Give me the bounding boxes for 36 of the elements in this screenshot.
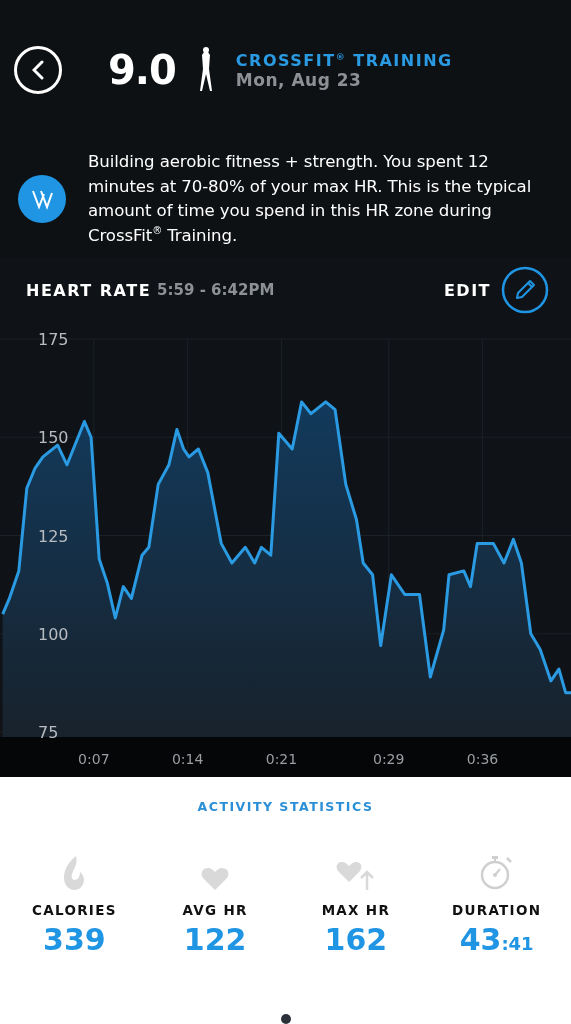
edit-button[interactable]: EDIT [443,266,549,314]
chart-title: HEART RATE [26,280,152,300]
back-button[interactable] [14,46,62,94]
coach-icon [18,175,66,223]
stat-value: 339 [43,922,106,957]
person-icon [197,47,214,93]
stat-value: 162 [324,922,388,957]
x-axis-label: 0:29 [373,751,405,767]
stat-label: AVG HR [182,902,248,918]
x-axis-label: 0:14 [171,751,204,767]
y-axis-label: 75 [38,723,59,742]
stat-label: MAX HR [321,902,391,918]
time-range: 5:59 - 6:42PM [157,281,275,299]
x-axis-label: 0:21 [265,751,298,767]
y-axis-label: 175 [38,330,69,349]
activity-date: Mon, Aug 23 [235,69,363,90]
score: 9.0 [108,47,176,93]
stat-value: 43:41 [459,922,534,957]
stopwatch-icon [479,854,514,890]
back-icon [32,60,44,80]
y-axis-label: 125 [38,526,69,546]
stat-value: 122 [183,922,247,957]
pencil-icon [501,266,549,314]
activity-title: CROSSFIT$^{®}$ TRAINING [235,50,453,70]
stat-label: CALORIES [32,902,117,918]
coach-message: Building aerobic fitness + strength. You spent 12 minutes at 70-80% of your max HR. This is the typical amount of time you spend in this HR zone during CrossFit$^{®}$ Training. [88,151,533,247]
x-axis-label: 0:07 [78,751,110,767]
section-title: ACTIVITY STATISTICS [196,798,375,814]
page-dot[interactable] [280,1014,291,1024]
y-axis-label: 150 [38,428,69,448]
flame-icon [62,856,87,890]
stat-label: DURATION [451,902,542,918]
x-axis-label: 0:36 [466,751,499,767]
heart-icon [201,868,230,890]
heart-up-icon [335,860,376,890]
y-axis-label: 100 [38,624,69,644]
